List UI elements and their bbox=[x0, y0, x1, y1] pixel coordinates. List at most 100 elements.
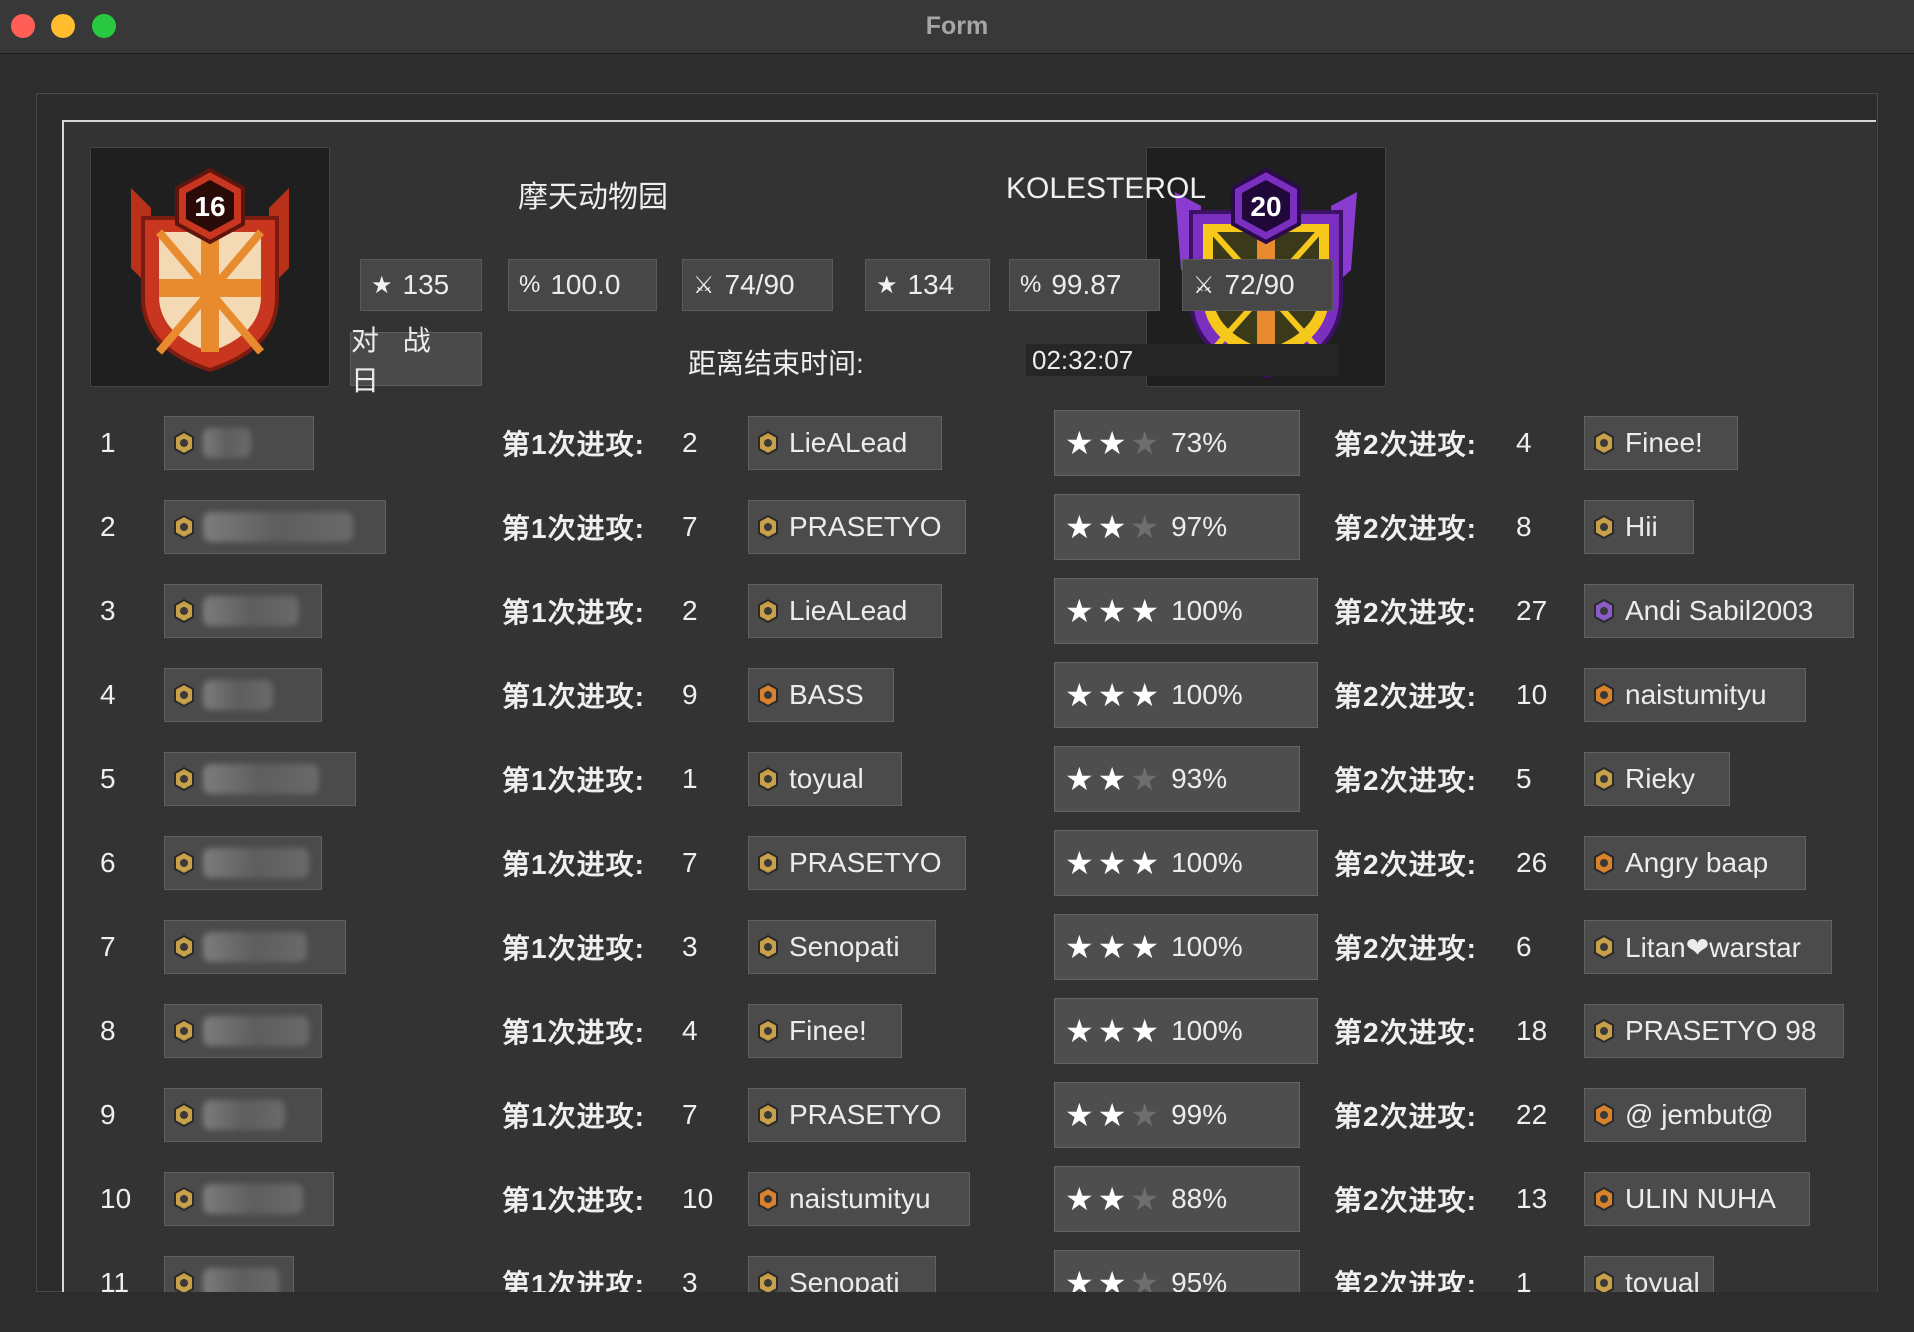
attack1-target-rank: 7 bbox=[682, 847, 698, 878]
townhall-icon bbox=[171, 766, 197, 792]
attack2-target-rank: 18 bbox=[1516, 1015, 1548, 1046]
star-icon: ★ bbox=[1065, 1181, 1094, 1217]
attack2-target-field[interactable]: ULIN NUHA bbox=[1584, 1172, 1810, 1226]
attack1-result[interactable]: ★ ★ ★ 100% bbox=[1054, 830, 1318, 896]
townhall-icon bbox=[1591, 1186, 1617, 1212]
attack1-target-field[interactable]: Senopati bbox=[748, 1256, 936, 1292]
attack-row: 9 第1次进攻: 7 PRASETYO ★ ★ ★ 99% 第2次进攻: 22 @ jembut@ bbox=[64, 1082, 1876, 1156]
star-icon: ★ bbox=[1130, 1013, 1160, 1049]
attack1-target-field[interactable]: LieALead bbox=[748, 584, 942, 638]
attack1-target-field[interactable]: naistumityu bbox=[748, 1172, 970, 1226]
star-icon: ★ bbox=[1130, 845, 1160, 881]
right-stars-field[interactable]: ★ 134 bbox=[865, 259, 990, 311]
attack2-target-name: naistumityu bbox=[1625, 679, 1767, 710]
attack1-result[interactable]: ★ ★ ★ 88% bbox=[1054, 1166, 1300, 1232]
left-attacks-field[interactable]: ⚔ 74/90 bbox=[682, 259, 833, 311]
attack-row: 7 第1次进攻: 3 Senopati ★ ★ ★ 100% 第2次进攻: 6 Litan❤wars… bbox=[64, 914, 1876, 988]
attack2-target-rank: 8 bbox=[1516, 511, 1532, 542]
star-icon: ★ bbox=[1065, 1265, 1094, 1292]
attack2-target-name: Finee! bbox=[1625, 427, 1703, 458]
member-name-field[interactable] bbox=[164, 920, 346, 974]
attack1-target-field[interactable]: BASS bbox=[748, 668, 894, 722]
attack2-target-field[interactable]: Rieky bbox=[1584, 752, 1730, 806]
attack1-result[interactable]: ★ ★ ★ 97% bbox=[1054, 494, 1300, 560]
member-name-field[interactable] bbox=[164, 584, 322, 638]
member-rank: 3 bbox=[100, 595, 116, 626]
attack1-percent: 97% bbox=[1171, 511, 1228, 542]
attack1-target-rank: 3 bbox=[682, 931, 698, 962]
attack1-target-field[interactable]: PRASETYO bbox=[748, 1088, 966, 1142]
star-icon: ★ bbox=[1065, 509, 1094, 545]
attack2-target-field[interactable]: Hii bbox=[1584, 500, 1694, 554]
member-rank: 11 bbox=[100, 1267, 130, 1292]
member-name-field[interactable] bbox=[164, 416, 314, 470]
left-clan-name: 摩天动物园 bbox=[518, 181, 668, 214]
attack1-result[interactable]: ★ ★ ★ 93% bbox=[1054, 746, 1300, 812]
attack1-label: 第1次进攻: bbox=[502, 429, 645, 460]
right-clan-name: KOLESTEROL bbox=[1006, 172, 1207, 205]
attack2-target-field[interactable]: Finee! bbox=[1584, 416, 1738, 470]
star-icon: ★ bbox=[876, 271, 898, 299]
left-clan-badge-icon: 16 bbox=[131, 167, 289, 373]
attack2-target-field[interactable]: PRASETYO 98 bbox=[1584, 1004, 1844, 1058]
attack1-target-field[interactable]: LieALead bbox=[748, 416, 942, 470]
star-icon: ★ bbox=[1097, 593, 1127, 629]
member-rank: 2 bbox=[100, 511, 116, 542]
attack2-target-rank: 27 bbox=[1516, 595, 1548, 626]
attack1-result[interactable]: ★ ★ ★ 95% bbox=[1054, 1250, 1300, 1292]
attack-row: 1 第1次进攻: 2 LieALead ★ ★ ★ 73% 第2次进攻: 4 Finee! bbox=[64, 410, 1876, 484]
attack2-target-field[interactable]: Angry baap bbox=[1584, 836, 1806, 890]
attack1-result[interactable]: ★ ★ ★ 100% bbox=[1054, 578, 1318, 644]
attack1-target-name: LieALead bbox=[789, 595, 908, 626]
blurred-name bbox=[203, 764, 319, 794]
left-clan-level: 16 bbox=[194, 191, 225, 222]
attack1-target-field[interactable]: PRASETYO bbox=[748, 836, 966, 890]
time-left-field[interactable]: 02:32:07 bbox=[1026, 344, 1338, 376]
townhall-icon bbox=[1591, 850, 1617, 876]
star-icon: ★ bbox=[1130, 929, 1160, 965]
right-attacks-field[interactable]: ⚔ 72/90 bbox=[1182, 259, 1333, 311]
attack2-target-field[interactable]: @ jembut@ bbox=[1584, 1088, 1806, 1142]
percent-icon: % bbox=[519, 271, 541, 298]
war-state-button[interactable]: 对 战 日 bbox=[350, 325, 482, 396]
attack1-result[interactable]: ★ ★ ★ 100% bbox=[1054, 998, 1318, 1064]
member-name-field[interactable] bbox=[164, 500, 386, 554]
attack1-target-rank: 7 bbox=[682, 511, 698, 542]
attack2-target-field[interactable]: Litan❤warstar bbox=[1584, 920, 1832, 974]
star-icon: ★ bbox=[1097, 929, 1127, 965]
attack1-target-name: naistumityu bbox=[789, 1183, 931, 1214]
left-clan-badge: 16 bbox=[90, 147, 330, 387]
attack2-target-field[interactable]: naistumityu bbox=[1584, 668, 1806, 722]
star-icon: ★ bbox=[1097, 1013, 1127, 1049]
member-name-field[interactable] bbox=[164, 1088, 322, 1142]
townhall-icon bbox=[1591, 598, 1617, 624]
attack1-result[interactable]: ★ ★ ★ 99% bbox=[1054, 1082, 1300, 1148]
attack1-result[interactable]: ★ ★ ★ 100% bbox=[1054, 914, 1318, 980]
member-rank: 9 bbox=[100, 1099, 116, 1130]
attack2-target-field[interactable]: Andi Sabil2003 bbox=[1584, 584, 1854, 638]
member-rank: 4 bbox=[100, 679, 116, 710]
attack2-target-name: Andi Sabil2003 bbox=[1625, 595, 1814, 626]
townhall-icon bbox=[755, 1270, 781, 1292]
attack1-target-field[interactable]: Finee! bbox=[748, 1004, 902, 1058]
attack1-target-field[interactable]: toyual bbox=[748, 752, 902, 806]
attack1-result[interactable]: ★ ★ ★ 100% bbox=[1054, 662, 1318, 728]
member-name-field[interactable] bbox=[164, 668, 322, 722]
member-name-field[interactable] bbox=[164, 1256, 294, 1292]
attack1-target-field[interactable]: Senopati bbox=[748, 920, 936, 974]
star-icon: ★ bbox=[1065, 1013, 1094, 1049]
attack1-target-field[interactable]: PRASETYO bbox=[748, 500, 966, 554]
attack1-result[interactable]: ★ ★ ★ 73% bbox=[1054, 410, 1300, 476]
member-name-field[interactable] bbox=[164, 1172, 334, 1226]
member-name-field[interactable] bbox=[164, 752, 356, 806]
attack1-target-name: PRASETYO bbox=[789, 847, 942, 878]
left-stars-field[interactable]: ★ 135 bbox=[360, 259, 482, 311]
member-name-field[interactable] bbox=[164, 836, 322, 890]
star-icon: ★ bbox=[1130, 1265, 1160, 1292]
left-destruction-field[interactable]: % 100.0 bbox=[508, 259, 657, 311]
right-destruction-field[interactable]: % 99.87 bbox=[1009, 259, 1160, 311]
member-name-field[interactable] bbox=[164, 1004, 322, 1058]
attack-row: 10 第1次进攻: 10 naistumityu ★ ★ ★ 88% 第2次进攻: 13 ULIN … bbox=[64, 1166, 1876, 1240]
left-stars-value: 135 bbox=[402, 269, 450, 300]
attack2-target-field[interactable]: toyual bbox=[1584, 1256, 1714, 1292]
